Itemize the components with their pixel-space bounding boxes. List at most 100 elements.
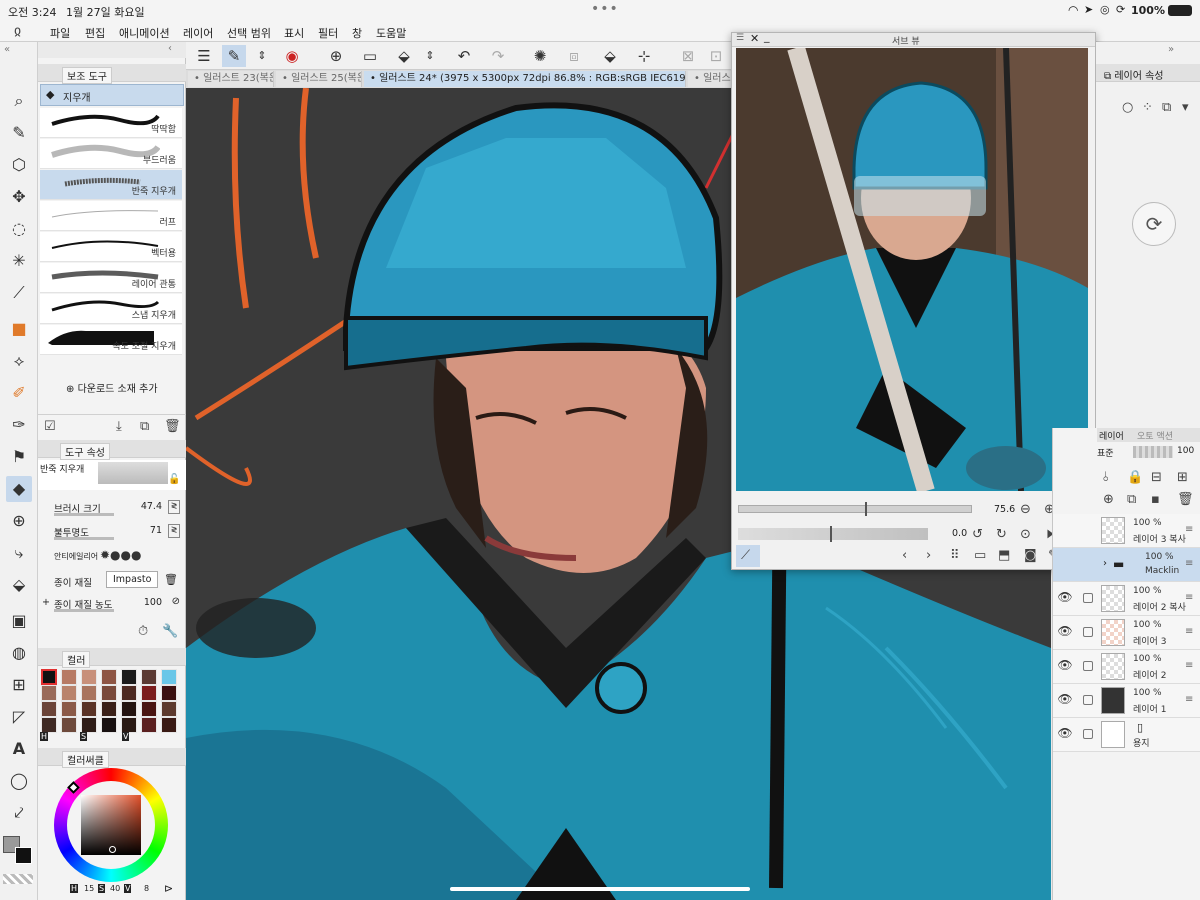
menu-window[interactable]: 창 xyxy=(352,25,362,41)
hue-handle[interactable] xyxy=(67,781,80,794)
brush-size-value[interactable]: 47.4 xyxy=(141,501,162,512)
eyedropper-icon[interactable]: ⟋ xyxy=(6,280,32,306)
app-logo-icon[interactable]: ჲ xyxy=(14,23,21,39)
paper-density-value[interactable]: 100 xyxy=(144,597,162,608)
color-swatch[interactable] xyxy=(81,717,97,733)
eraser-tool-icon[interactable]: ◆ xyxy=(6,476,32,502)
layer-convert-icon[interactable]: ⟳ xyxy=(1132,202,1176,246)
companion-icon[interactable]: ◉ xyxy=(280,45,304,67)
color-swatch[interactable] xyxy=(121,717,137,733)
layer-select-checkbox[interactable] xyxy=(1083,627,1093,637)
color-swatch[interactable] xyxy=(141,669,157,685)
tool-reset-icon[interactable]: ⏱ xyxy=(138,624,148,639)
effect-color-icon[interactable]: ⧉ xyxy=(1162,100,1171,115)
pen-tool-icon[interactable]: ■ xyxy=(6,316,32,342)
lock-icon[interactable]: 🔓 xyxy=(168,474,180,485)
menu-layer[interactable]: 레이어 xyxy=(183,25,213,41)
brush-item-hard[interactable]: 딱딱함 xyxy=(40,108,182,138)
zoom-value[interactable]: 75.6 xyxy=(994,504,1015,515)
move-tool-icon[interactable]: ✥ xyxy=(6,184,32,210)
color-swatch[interactable] xyxy=(41,701,57,717)
grid-view-icon[interactable]: ⠿ xyxy=(950,548,960,563)
magic-wand-icon[interactable]: ✳ xyxy=(6,248,32,274)
brush-size-pressure-icon[interactable]: ≷ xyxy=(168,500,180,514)
brush-item-through-layers[interactable]: 레이어 관통 xyxy=(40,263,182,293)
redo-icon[interactable]: ↷ xyxy=(486,45,510,67)
layer-move-tool-icon[interactable]: ⬡ xyxy=(6,152,32,178)
opacity-slider[interactable] xyxy=(54,537,114,540)
prev-image-icon[interactable]: ‹ xyxy=(902,548,907,563)
frame-tool-icon[interactable]: ⊕ xyxy=(6,508,32,534)
effect-tone-icon[interactable]: ⁘ xyxy=(1142,100,1153,115)
layer-row[interactable]: 👁 100 % 레이어 2 복사 ≡ xyxy=(1053,582,1200,616)
color-swatch[interactable] xyxy=(141,685,157,701)
ruler-tool-icon[interactable]: ⊞ xyxy=(6,672,32,698)
minimize-icon[interactable]: _ xyxy=(764,30,770,43)
blend-mode-select[interactable]: 표준 xyxy=(1097,446,1114,459)
figure-tool-icon[interactable]: ◍ xyxy=(6,640,32,666)
invert-selection-icon[interactable]: ⊡ xyxy=(704,45,728,67)
picker-icon[interactable]: ⟋ xyxy=(736,545,760,567)
import-image-icon[interactable]: ⬒ xyxy=(998,548,1010,563)
zoom-out-icon[interactable]: ⊖ xyxy=(1020,502,1031,517)
color-swatch[interactable] xyxy=(121,669,137,685)
layer-property-tab[interactable]: ⧉ 레이어 속성 xyxy=(1104,67,1164,82)
color-swatch[interactable] xyxy=(61,685,77,701)
paper-texture-value[interactable]: Impasto xyxy=(106,571,159,588)
color-swatch[interactable] xyxy=(61,701,77,717)
import-subtool-icon[interactable]: ⤓ xyxy=(116,419,122,434)
layer-clip-icon[interactable]: ⫰ xyxy=(1103,470,1109,485)
loading-icon[interactable]: ✺ xyxy=(528,45,552,67)
color-wheel-tab[interactable]: 컬러써클 xyxy=(62,751,109,768)
visibility-eye-icon[interactable]: 👁 xyxy=(1057,726,1073,740)
layer-row[interactable]: 👁 100 % 레이어 3 ≡ xyxy=(1053,616,1200,650)
layer-select-checkbox[interactable] xyxy=(1083,695,1093,705)
correct-line-tool-icon[interactable]: ⤦ xyxy=(6,800,32,826)
vector-tool-icon[interactable]: ◸ xyxy=(6,704,32,730)
subtool-settings-icon[interactable]: ☑ xyxy=(44,419,56,434)
sub-view-titlebar[interactable]: ☰ ✕ _ 서브 뷰 xyxy=(732,30,1095,47)
wheel-mode-icon[interactable]: ⊳ xyxy=(164,882,173,895)
transparent-color-icon[interactable] xyxy=(3,874,33,884)
clear-texture-icon[interactable]: 🗑 xyxy=(164,573,178,586)
grip-icon[interactable]: ☰ xyxy=(736,33,744,43)
expand-plus-icon[interactable]: + xyxy=(42,597,50,608)
home-indicator[interactable] xyxy=(450,887,750,891)
visibility-eye-icon[interactable]: 👁 xyxy=(1057,658,1073,672)
color-swatch[interactable] xyxy=(141,701,157,717)
save-stepper-icon[interactable]: ⇕ xyxy=(418,45,442,67)
open-file-icon[interactable]: ▭ xyxy=(358,45,382,67)
color-swatch[interactable] xyxy=(81,669,97,685)
multitask-dots-icon[interactable]: ••• xyxy=(591,1,619,17)
decoration-tool-icon[interactable]: ⚑ xyxy=(6,444,32,470)
layer-row[interactable]: 👁 100 % 레이어 1 ≡ xyxy=(1053,684,1200,718)
color-swatch[interactable] xyxy=(81,701,97,717)
fill-icon[interactable]: ⬙ xyxy=(598,45,622,67)
stepper-icon[interactable]: ⇕ xyxy=(250,45,274,67)
text-tool-icon[interactable]: A xyxy=(6,736,32,762)
rotate-slider[interactable] xyxy=(738,526,928,542)
layer-menu-icon[interactable]: ≡ xyxy=(1185,524,1193,535)
brush-item-rough[interactable]: 러프 xyxy=(40,201,182,231)
density-settings-icon[interactable]: ⊘ xyxy=(172,596,180,607)
tool-settings-icon[interactable]: 🔧 xyxy=(162,624,178,639)
brush-item-speed[interactable]: 속도 조절 지우개 xyxy=(40,325,182,355)
new-raster-layer-icon[interactable]: ⊕ xyxy=(1103,492,1114,507)
new-vector-layer-icon[interactable]: ⧉ xyxy=(1127,492,1136,507)
antialias-options-icon[interactable]: ✹●●● xyxy=(100,548,141,562)
next-image-icon[interactable]: › xyxy=(926,548,931,563)
layer-select-checkbox[interactable] xyxy=(1083,593,1093,603)
rotate-left-icon[interactable]: ↺ xyxy=(972,527,983,542)
color-swatch[interactable] xyxy=(61,717,77,733)
operation-tool-icon[interactable]: ✎ xyxy=(6,120,32,146)
layer-mask-icon[interactable]: ⊞ xyxy=(1177,470,1188,485)
layer-menu-icon[interactable]: ≡ xyxy=(1185,558,1193,569)
color-swatch[interactable] xyxy=(121,701,137,717)
brush-item-kneaded[interactable]: 반죽 지우개 xyxy=(40,170,182,200)
new-folder-icon[interactable]: ▪ xyxy=(1151,492,1160,507)
subtool-tab[interactable]: 보조 도구 xyxy=(62,67,112,84)
color-swatch[interactable] xyxy=(61,669,77,685)
rotate-value[interactable]: 0.0 xyxy=(952,528,967,539)
effect-border-icon[interactable]: ○ xyxy=(1122,100,1133,115)
layer-reference-icon[interactable]: ⊟ xyxy=(1151,470,1162,485)
